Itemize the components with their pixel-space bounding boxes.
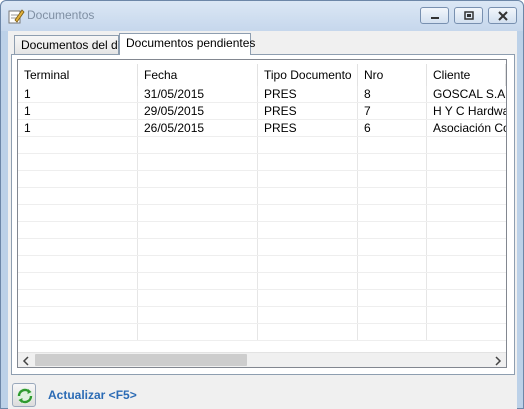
- refresh-link[interactable]: Actualizar <F5>: [48, 388, 137, 402]
- horizontal-scrollbar[interactable]: [18, 352, 506, 367]
- cell-fecha: 26/05/2015: [138, 120, 258, 136]
- column-header-cliente[interactable]: Cliente: [427, 64, 506, 86]
- refresh-button[interactable]: [12, 383, 36, 407]
- cell-nro: 8: [358, 86, 427, 102]
- cell-cliente: GOSCAL S.A.: [433, 87, 506, 101]
- scroll-left-icon[interactable]: [22, 355, 32, 366]
- empty-row: [18, 307, 506, 324]
- cell-terminal: 1: [18, 86, 138, 102]
- cell-terminal: 1: [18, 103, 138, 119]
- empty-row: [18, 324, 506, 341]
- empty-row: [18, 290, 506, 307]
- cell-fecha: 29/05/2015: [138, 103, 258, 119]
- cell-fecha: 31/05/2015: [138, 86, 258, 102]
- restore-button[interactable]: [454, 7, 483, 24]
- close-button[interactable]: [488, 7, 517, 24]
- table-row[interactable]: 1 29/05/2015 PRES 7 H Y C Hardwar: [18, 103, 506, 120]
- empty-row: [18, 239, 506, 256]
- window-title: Documentos: [27, 8, 95, 22]
- pencil-note-icon: [7, 7, 25, 25]
- documentos-window: Documentos Documentos del día Documentos…: [0, 0, 524, 409]
- empty-row: [18, 222, 506, 239]
- empty-row: [18, 273, 506, 290]
- empty-row: [18, 154, 506, 171]
- tab-panel-pendientes: Terminal Fecha Tipo Documento Nro Client…: [11, 54, 515, 375]
- table-row[interactable]: 1 26/05/2015 PRES 6 Asociación Coo: [18, 120, 506, 137]
- grid-header: Terminal Fecha Tipo Documento Nro Client…: [18, 64, 506, 86]
- empty-row: [18, 205, 506, 222]
- cell-tipo-documento: PRES: [258, 103, 358, 119]
- column-header-fecha[interactable]: Fecha: [138, 64, 258, 86]
- column-header-terminal[interactable]: Terminal: [18, 64, 138, 86]
- tab-documentos-pendientes[interactable]: Documentos pendientes: [119, 33, 255, 55]
- empty-row: [18, 171, 506, 188]
- cell-cliente: Asociación Coo: [433, 121, 506, 135]
- tab-documentos-del-dia[interactable]: Documentos del día: [14, 35, 128, 55]
- cell-tipo-documento: PRES: [258, 120, 358, 136]
- cell-nro: 7: [358, 103, 427, 119]
- close-icon: [498, 11, 508, 21]
- scroll-right-icon[interactable]: [493, 355, 503, 366]
- title-bar[interactable]: Documentos: [1, 1, 523, 31]
- cell-nro: 6: [358, 120, 427, 136]
- cell-cliente: H Y C Hardwar: [433, 104, 506, 118]
- refresh-icon: [17, 388, 33, 404]
- empty-row: [18, 256, 506, 273]
- documents-grid[interactable]: Terminal Fecha Tipo Documento Nro Client…: [17, 59, 507, 368]
- bottom-toolbar: Actualizar <F5>: [8, 375, 517, 409]
- column-header-tipo-documento[interactable]: Tipo Documento: [258, 64, 358, 86]
- cell-tipo-documento: PRES: [258, 86, 358, 102]
- column-header-nro[interactable]: Nro: [358, 64, 427, 86]
- content-panel: Documentos del día Documentos pendientes…: [8, 31, 517, 409]
- minimize-button[interactable]: [420, 7, 449, 24]
- minimize-icon: [431, 17, 439, 19]
- cell-terminal: 1: [18, 120, 138, 136]
- empty-row: [18, 137, 506, 154]
- empty-row: [18, 188, 506, 205]
- window-client-area: Documentos del día Documentos pendientes…: [8, 31, 517, 409]
- scrollbar-thumb[interactable]: [35, 354, 247, 366]
- restore-icon: [464, 11, 474, 20]
- table-row[interactable]: 1 31/05/2015 PRES 8 GOSCAL S.A.: [18, 86, 506, 103]
